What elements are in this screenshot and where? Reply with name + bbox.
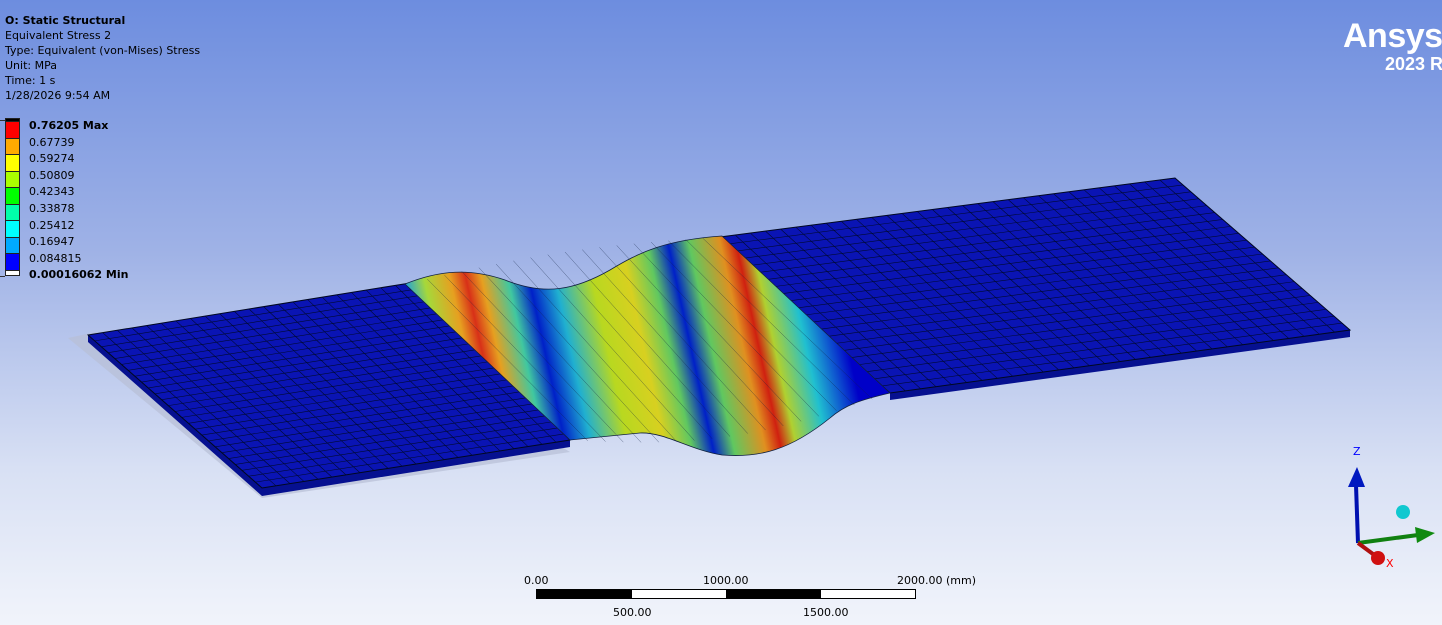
scale-track [536,589,916,599]
scale-label-1500: 1500.00 [803,606,849,619]
model-viewport[interactable] [0,0,1442,625]
scale-label-2000: 2000.00 (mm) [897,574,976,587]
scale-label-1000: 1000.00 [703,574,749,587]
scale-bar: 0.00 1000.00 2000.00 (mm) 500.00 1500.00 [524,574,976,624]
scale-label-0: 0.00 [524,574,549,587]
scale-label-500: 500.00 [613,606,652,619]
